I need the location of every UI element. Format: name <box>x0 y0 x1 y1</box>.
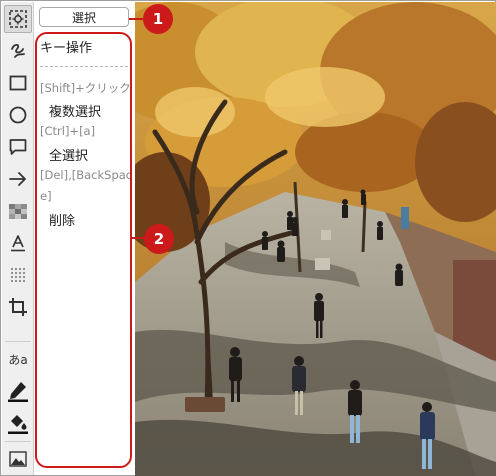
callout-2-leader <box>131 237 144 239</box>
street-photo <box>135 2 496 476</box>
toolbar-divider <box>5 441 31 442</box>
font-sample-label: あa <box>8 352 28 367</box>
rectangle-tool-icon[interactable] <box>4 69 32 97</box>
blur-tool-icon[interactable] <box>4 261 32 289</box>
callout-1-badge: 1 <box>143 4 173 34</box>
editor-window: あa 選択 キー操作 [Shift]+クリック 複数選択 [Ctrl]+[a] … <box>0 0 496 476</box>
image-tool-icon[interactable] <box>4 445 32 473</box>
freehand-tool-icon[interactable] <box>4 37 32 65</box>
tool-bar: あa <box>2 2 34 475</box>
crop-tool-icon[interactable] <box>4 293 32 321</box>
fill-color-icon[interactable] <box>4 409 32 437</box>
callout-1-leader <box>129 18 143 20</box>
line-color-icon[interactable] <box>4 377 32 405</box>
mosaic-tool-icon[interactable] <box>4 197 32 225</box>
select-button[interactable]: 選択 <box>39 7 129 27</box>
font-tool-icon[interactable]: あa <box>4 345 32 373</box>
select-tool-icon[interactable] <box>4 5 32 33</box>
toolbar-divider <box>5 341 31 342</box>
arrow-tool-icon[interactable] <box>4 165 32 193</box>
callout-2-badge: 2 <box>144 224 174 254</box>
ellipse-tool-icon[interactable] <box>4 101 32 129</box>
image-canvas[interactable] <box>135 2 496 476</box>
key-panel-highlight <box>35 32 132 468</box>
speech-bubble-tool-icon[interactable] <box>4 133 32 161</box>
text-tool-icon[interactable] <box>4 229 32 257</box>
